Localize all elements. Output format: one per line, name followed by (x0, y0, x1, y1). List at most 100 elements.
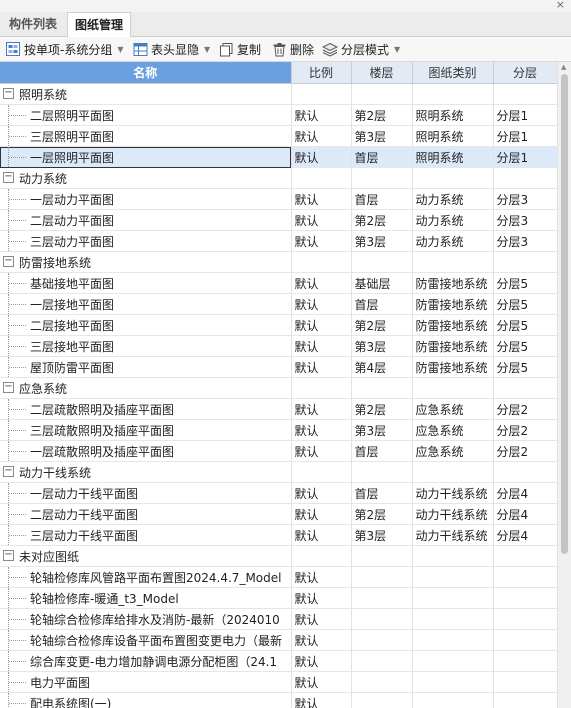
table-row[interactable]: 三层疏散照明及插座平面图 默认 第3层 应急系统 分层2 (0, 419, 557, 441)
table-row[interactable]: 综合库变更-电力增加静调电源分配柜图（24.1 默认 (0, 650, 557, 672)
cell-layer[interactable]: 分层4 (493, 524, 557, 546)
cell-floor[interactable] (351, 608, 413, 630)
cell-floor[interactable] (351, 83, 413, 105)
cell-floor[interactable]: 第2层 (351, 209, 413, 231)
cell-scale[interactable]: 默认 (291, 566, 352, 588)
cell-scale[interactable]: 默认 (291, 146, 352, 168)
table-row[interactable]: 配电系统图(一) 默认 (0, 692, 557, 708)
cell-floor[interactable]: 第3层 (351, 335, 413, 357)
cell-layer[interactable] (493, 671, 557, 693)
cell-layer[interactable]: 分层4 (493, 503, 557, 525)
cell-layer[interactable]: 分层4 (493, 482, 557, 504)
table-row[interactable]: 一层接地平面图 默认 首层 防雷接地系统 分层5 (0, 293, 557, 315)
cell-category[interactable] (412, 566, 494, 588)
header-toggle-button[interactable]: 表头显隐 ▼ (133, 37, 210, 61)
table-row[interactable]: 一层动力干线平面图 默认 首层 动力干线系统 分层4 (0, 482, 557, 504)
cell-scale[interactable]: 默认 (291, 293, 352, 315)
chevron-down-icon[interactable]: ▼ (117, 45, 123, 54)
cell-layer[interactable]: 分层5 (493, 272, 557, 294)
cell-floor[interactable]: 首层 (351, 440, 413, 462)
cell-scale[interactable]: 默认 (291, 125, 352, 147)
cell-floor[interactable]: 第3层 (351, 230, 413, 252)
cell-floor[interactable]: 基础层 (351, 272, 413, 294)
cell-name[interactable]: 配电系统图(一) (0, 692, 292, 708)
cell-name[interactable]: 三层接地平面图 (0, 335, 292, 357)
cell-scale[interactable] (291, 167, 352, 189)
cell-scale[interactable]: 默认 (291, 629, 352, 651)
cell-floor[interactable]: 第3层 (351, 524, 413, 546)
cell-name[interactable]: 轮轴检修库风管路平面布置图2024.4.7_Model (0, 566, 292, 588)
cell-layer[interactable] (493, 83, 557, 105)
cell-floor[interactable]: 首层 (351, 482, 413, 504)
group-row[interactable]: − 动力干线系统 (0, 461, 557, 483)
cell-name[interactable]: − 防雷接地系统 (0, 251, 292, 273)
cell-category[interactable]: 动力系统 (412, 188, 494, 210)
cell-layer[interactable]: 分层5 (493, 314, 557, 336)
cell-category[interactable]: 防雷接地系统 (412, 314, 494, 336)
table-row[interactable]: 二层疏散照明及插座平面图 默认 第2层 应急系统 分层2 (0, 398, 557, 420)
cell-layer[interactable]: 分层2 (493, 398, 557, 420)
chevron-down-icon[interactable]: ▼ (394, 45, 400, 54)
cell-name[interactable]: 二层接地平面图 (0, 314, 292, 336)
cell-scale[interactable]: 默认 (291, 692, 352, 708)
scrollbar-thumb[interactable] (561, 74, 568, 554)
cell-layer[interactable]: 分层3 (493, 188, 557, 210)
cell-layer[interactable]: 分层1 (493, 104, 557, 126)
cell-name[interactable]: − 未对应图纸 (0, 545, 292, 567)
cell-scale[interactable] (291, 83, 352, 105)
cell-scale[interactable]: 默认 (291, 419, 352, 441)
cell-floor[interactable] (351, 167, 413, 189)
cell-floor[interactable] (351, 461, 413, 483)
cell-layer[interactable]: 分层5 (493, 335, 557, 357)
group-row[interactable]: − 未对应图纸 (0, 545, 557, 567)
cell-scale[interactable] (291, 377, 352, 399)
table-row[interactable]: 二层动力干线平面图 默认 第2层 动力干线系统 分层4 (0, 503, 557, 525)
cell-scale[interactable]: 默认 (291, 608, 352, 630)
cell-layer[interactable]: 分层3 (493, 230, 557, 252)
cell-name[interactable]: − 动力干线系统 (0, 461, 292, 483)
cell-category[interactable] (412, 377, 494, 399)
cell-layer[interactable]: 分层5 (493, 293, 557, 315)
table-row[interactable]: 三层接地平面图 默认 第3层 防雷接地系统 分层5 (0, 335, 557, 357)
cell-name[interactable]: 一层疏散照明及插座平面图 (0, 440, 292, 462)
table-row[interactable]: 基础接地平面图 默认 基础层 防雷接地系统 分层5 (0, 272, 557, 294)
close-icon[interactable]: × (556, 0, 565, 11)
cell-layer[interactable] (493, 461, 557, 483)
table-row[interactable]: 三层照明平面图 默认 第3层 照明系统 分层1 (0, 125, 557, 147)
cell-scale[interactable]: 默认 (291, 230, 352, 252)
column-header-layer[interactable]: 分层 (493, 62, 557, 84)
table-row[interactable]: 轮轴检修库-暖通_t3_Model 默认 (0, 587, 557, 609)
collapse-icon[interactable]: − (3, 88, 14, 99)
cell-layer[interactable] (493, 566, 557, 588)
cell-floor[interactable] (351, 650, 413, 672)
cell-layer[interactable]: 分层3 (493, 209, 557, 231)
cell-category[interactable]: 应急系统 (412, 398, 494, 420)
cell-name[interactable]: − 照明系统 (0, 83, 292, 105)
cell-name[interactable]: 电力平面图 (0, 671, 292, 693)
cell-layer[interactable] (493, 545, 557, 567)
table-row[interactable]: 二层接地平面图 默认 第2层 防雷接地系统 分层5 (0, 314, 557, 336)
cell-category[interactable] (412, 608, 494, 630)
cell-category[interactable] (412, 629, 494, 651)
table-row[interactable]: 一层动力平面图 默认 首层 动力系统 分层3 (0, 188, 557, 210)
cell-floor[interactable]: 首层 (351, 293, 413, 315)
cell-category[interactable] (412, 251, 494, 273)
collapse-icon[interactable]: − (3, 256, 14, 267)
cell-scale[interactable]: 默认 (291, 587, 352, 609)
cell-floor[interactable]: 首层 (351, 188, 413, 210)
table-row[interactable]: 一层疏散照明及插座平面图 默认 首层 应急系统 分层2 (0, 440, 557, 462)
table-row[interactable]: 三层动力平面图 默认 第3层 动力系统 分层3 (0, 230, 557, 252)
cell-scale[interactable]: 默认 (291, 314, 352, 336)
group-row[interactable]: − 动力系统 (0, 167, 557, 189)
table-row[interactable]: 电力平面图 默认 (0, 671, 557, 693)
cell-name[interactable]: 三层疏散照明及插座平面图 (0, 419, 292, 441)
cell-category[interactable]: 应急系统 (412, 440, 494, 462)
cell-scale[interactable]: 默认 (291, 188, 352, 210)
cell-scale[interactable] (291, 251, 352, 273)
cell-name[interactable]: 轮轴检修库-暖通_t3_Model (0, 587, 292, 609)
cell-name[interactable]: − 应急系统 (0, 377, 292, 399)
cell-layer[interactable] (493, 692, 557, 708)
cell-category[interactable] (412, 692, 494, 708)
cell-floor[interactable] (351, 545, 413, 567)
cell-scale[interactable]: 默认 (291, 104, 352, 126)
